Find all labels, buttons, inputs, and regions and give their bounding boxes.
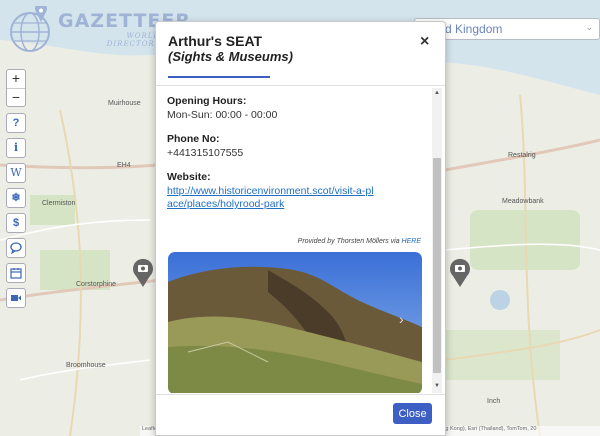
opening-hours-label: Opening Hours: bbox=[167, 95, 247, 107]
logo-subtitle: WORLD DIRECTORY bbox=[96, 32, 160, 48]
snowflake-icon: ❄ bbox=[11, 192, 21, 204]
photo-credit-text: Provided by Thorsten Möllers via bbox=[297, 238, 402, 245]
map-label-inch: Inch bbox=[487, 398, 501, 405]
phone-label: Phone No: bbox=[167, 133, 220, 145]
video-button[interactable] bbox=[6, 288, 26, 308]
website-label: Website: bbox=[167, 171, 211, 183]
globe-pin-icon bbox=[10, 6, 50, 52]
map-label-eh4: EH4 bbox=[117, 162, 131, 169]
place-modal: Arthur's SEAT (Sights & Museums) × Openi… bbox=[155, 21, 446, 436]
title-underline bbox=[168, 76, 270, 78]
modal-title: Arthur's SEAT bbox=[168, 33, 263, 49]
modal-body[interactable]: Opening Hours: Mon-Sun: 00:00 - 00:00 Ph… bbox=[156, 86, 447, 393]
map-label-muirhouse: Muirhouse bbox=[108, 100, 141, 107]
phone-value: +441315107555 bbox=[167, 147, 244, 159]
map-label-meadowbank: Meadowbank bbox=[502, 198, 544, 205]
zoom-out-button[interactable]: − bbox=[7, 88, 25, 106]
opening-hours-value: Mon-Sun: 00:00 - 00:00 bbox=[167, 109, 278, 121]
app-logo: GAZETTEER WORLD DIRECTORY bbox=[8, 4, 190, 56]
logo-subtitle-directory: DIRECTORY bbox=[106, 40, 160, 48]
modal-header: Arthur's SEAT (Sights & Museums) × bbox=[156, 22, 445, 86]
map-marker[interactable] bbox=[449, 258, 471, 288]
zoom-in-button[interactable]: + bbox=[7, 70, 25, 88]
chat-button[interactable] bbox=[6, 238, 26, 258]
photo-credit-link[interactable]: HERE bbox=[402, 238, 421, 245]
wikipedia-button[interactable]: W bbox=[6, 163, 26, 183]
website-link[interactable]: http://www.historicenvironment.scot/visi… bbox=[167, 185, 377, 211]
info-button[interactable]: i bbox=[6, 138, 26, 158]
footer-divider bbox=[156, 394, 445, 395]
logo-subtitle-world: WORLD bbox=[126, 32, 160, 40]
scroll-up-icon[interactable]: ▲ bbox=[434, 90, 440, 96]
place-photo[interactable] bbox=[168, 252, 422, 393]
map-label-corstorphine: Corstorphine bbox=[76, 281, 117, 288]
help-button[interactable]: ? bbox=[6, 113, 26, 133]
calendar-button[interactable] bbox=[6, 263, 26, 283]
wikipedia-icon: W bbox=[10, 166, 22, 179]
scroll-down-icon[interactable]: ▼ bbox=[434, 383, 440, 389]
close-icon[interactable]: × bbox=[420, 33, 429, 51]
currency-button[interactable]: $ bbox=[6, 213, 26, 233]
place-photo-image bbox=[168, 252, 422, 393]
video-camera-icon bbox=[11, 295, 21, 301]
question-icon: ? bbox=[12, 117, 20, 129]
speech-bubble-icon bbox=[10, 242, 22, 255]
weather-button[interactable]: ❄ bbox=[6, 188, 26, 208]
zoom-control: + − bbox=[6, 69, 26, 107]
modal-scrollbar[interactable]: ▲ ▼ bbox=[432, 88, 442, 393]
map-label-clermiston: Clermiston bbox=[42, 200, 76, 207]
photo-credit: Provided by Thorsten Möllers via HERE bbox=[298, 238, 421, 245]
country-select-value: d Kingdom bbox=[445, 22, 503, 36]
close-button[interactable]: Close bbox=[393, 403, 432, 424]
dollar-icon: $ bbox=[12, 217, 20, 229]
scroll-thumb[interactable] bbox=[433, 158, 441, 373]
modal-subtitle: (Sights & Museums) bbox=[168, 49, 293, 64]
map-label-restalrig: Restalrig bbox=[508, 152, 536, 159]
photo-next-icon[interactable]: › bbox=[399, 311, 404, 327]
chevron-down-icon: ⌄ bbox=[585, 22, 593, 32]
camera-marker-icon bbox=[133, 258, 153, 287]
camera-marker-icon bbox=[450, 258, 470, 287]
calendar-icon bbox=[10, 268, 22, 279]
map-label-broomhouse: Broomhouse bbox=[66, 362, 106, 369]
map-marker[interactable] bbox=[132, 258, 154, 288]
info-icon: i bbox=[13, 141, 19, 154]
